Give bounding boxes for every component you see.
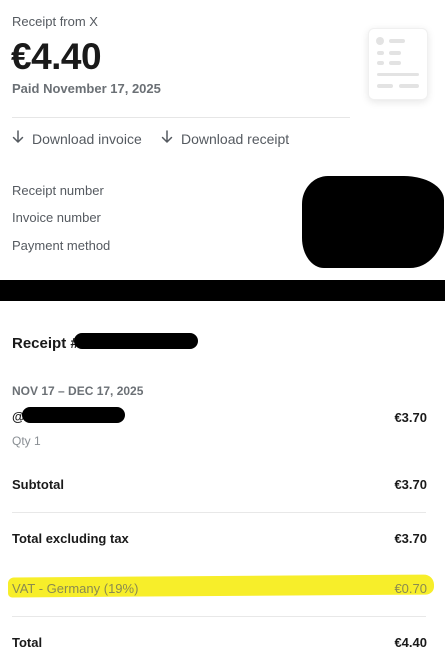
billing-period: NOV 17 – DEC 17, 2025 <box>12 384 144 398</box>
download-invoice-link[interactable]: Download invoice <box>12 130 142 147</box>
section-separator-band <box>0 280 445 301</box>
vat-label: VAT - Germany (19%) <box>12 581 139 596</box>
receipt-title: Receipt # <box>12 335 79 352</box>
summary-divider <box>12 616 426 617</box>
subtotal-label: Subtotal <box>12 477 64 492</box>
receipt-document-icon <box>368 28 428 100</box>
receipt-amount: €4.40 <box>11 36 102 77</box>
redaction-mark <box>302 176 444 268</box>
subtotal-value: €3.70 <box>394 477 427 492</box>
item-quantity: Qty 1 <box>12 434 41 448</box>
document-lines-icon <box>376 37 419 88</box>
item-name-redaction <box>22 407 125 423</box>
total-excluding-tax-label: Total excluding tax <box>12 531 129 546</box>
download-receipt-link[interactable]: Download receipt <box>161 130 289 147</box>
payment-method-label: Payment method <box>12 238 111 253</box>
item-price: €3.70 <box>394 410 427 425</box>
invoice-number-label: Invoice number <box>12 210 101 225</box>
summary-divider <box>12 512 426 513</box>
receipt-number-label: Receipt number <box>12 183 104 198</box>
download-receipt-label: Download receipt <box>181 130 290 147</box>
total-label: Total <box>12 635 43 650</box>
vat-value: €0.70 <box>394 581 427 596</box>
total-excluding-tax-value: €3.70 <box>394 531 427 546</box>
download-arrow-icon <box>12 130 26 147</box>
total-value: €4.40 <box>394 635 427 650</box>
paid-date: Paid November 17, 2025 <box>12 81 161 96</box>
download-arrow-icon <box>161 130 175 147</box>
receipt-from-label: Receipt from X <box>12 14 98 29</box>
download-invoice-label: Download invoice <box>32 130 142 147</box>
receipt-number-redaction <box>74 333 198 349</box>
header-divider <box>12 117 350 118</box>
